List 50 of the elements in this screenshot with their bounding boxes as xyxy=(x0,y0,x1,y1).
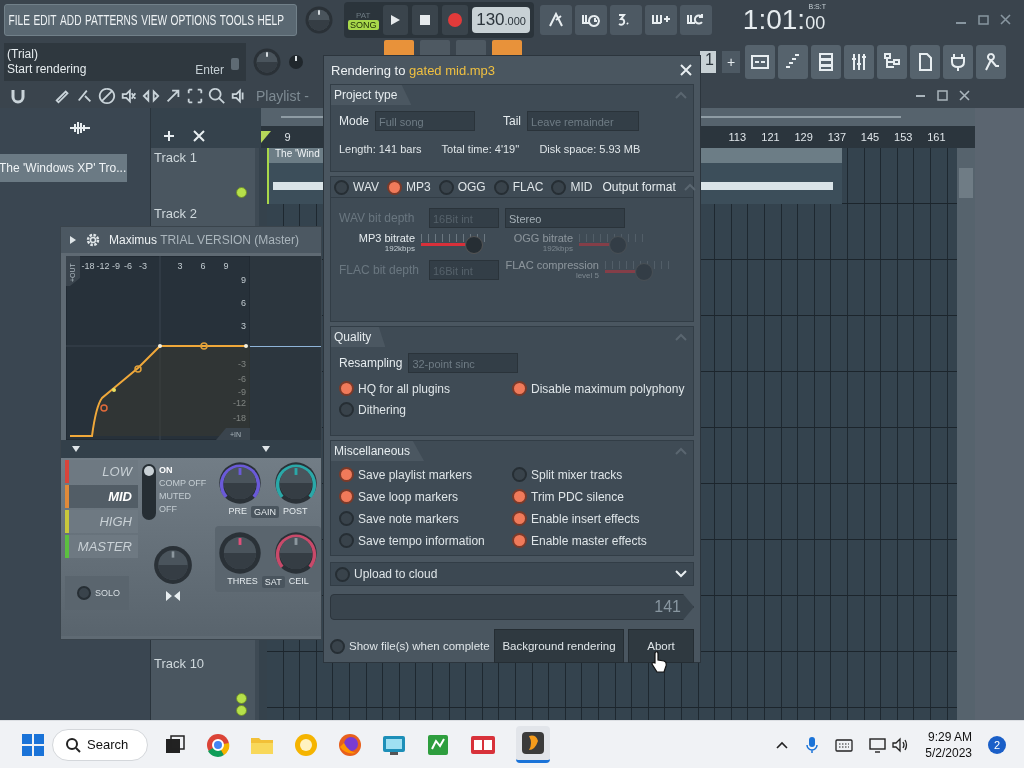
bar-number: 9 xyxy=(283,131,292,143)
knob-label: THRES xyxy=(227,576,258,588)
knob-label: POST xyxy=(283,506,308,518)
tick-label: 6 xyxy=(241,298,246,308)
field-label: Mode xyxy=(339,114,370,128)
slider-label: FLAC compression xyxy=(505,259,599,271)
tick-label: 6 xyxy=(200,261,206,271)
stat-text: Disk space: 5.93 MB xyxy=(539,143,641,155)
field-label: Resampling xyxy=(339,356,403,370)
bar-number: 137 xyxy=(826,131,847,143)
knob-label: CEIL xyxy=(288,576,309,588)
tick-label: 9 xyxy=(223,261,229,271)
stat-text: Length: 141 bars xyxy=(339,143,422,155)
stat-text: Total time: 4'19'' xyxy=(441,143,520,155)
tick-label: -12 xyxy=(233,398,246,408)
tick-label: 3 xyxy=(177,261,183,271)
slider-label: OGG bitrate xyxy=(513,232,573,244)
tick-label: -3 xyxy=(238,359,246,369)
section-title: Miscellaneous xyxy=(331,441,425,461)
playlist-title: Playlist - xyxy=(256,88,309,104)
tick-label: -18 xyxy=(233,413,246,423)
tick-label: -12 xyxy=(96,261,110,271)
field-label: Tail xyxy=(503,114,522,128)
tick-label: -9 xyxy=(112,261,120,271)
bar-number: 161 xyxy=(926,131,947,143)
bar-number: 153 xyxy=(893,131,914,143)
hint-title: (Trial) xyxy=(7,47,39,62)
dialog-title: Rendering to gated mid.mp3 xyxy=(331,62,496,78)
section-title: Project type xyxy=(331,85,412,105)
tick-label: -6 xyxy=(238,374,246,384)
knob-label: PRE xyxy=(228,506,247,518)
bar-number: 145 xyxy=(859,131,881,143)
tick-label: 9 xyxy=(241,275,246,285)
slider-reading: 192kbps xyxy=(384,244,415,253)
shortcut-text: Enter xyxy=(195,63,224,77)
slider-label: MP3 bitrate xyxy=(358,232,415,244)
tick-label: -9 xyxy=(238,387,246,397)
bar-number: 113 xyxy=(727,131,748,143)
knob-label: GAIN xyxy=(251,506,279,518)
plugin-title: Maximus TRIAL VERSION (Master) xyxy=(109,233,300,247)
hint-text: Start rendering xyxy=(7,62,88,77)
bar-number: 129 xyxy=(793,131,814,143)
tick-label: -18 xyxy=(81,261,95,271)
tick-label: 3 xyxy=(241,321,246,331)
tick-label: -6 xyxy=(124,261,132,271)
section-title: Output format xyxy=(602,180,676,194)
knob-label: SAT xyxy=(261,576,285,588)
bar-number: 121 xyxy=(760,131,781,143)
section-title: Quality xyxy=(331,327,386,347)
tick-label: -3 xyxy=(139,261,147,271)
